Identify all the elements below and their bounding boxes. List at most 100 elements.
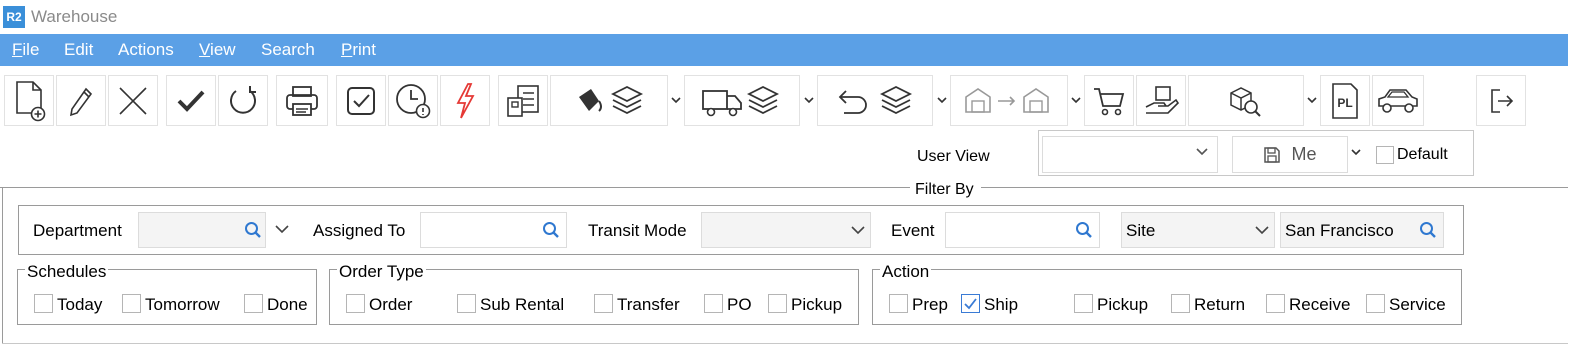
- refresh-button[interactable]: [218, 75, 268, 126]
- clock-alert-icon: [396, 83, 431, 118]
- sub-rental-checkbox[interactable]: [457, 294, 476, 313]
- schedule-button[interactable]: [388, 75, 438, 126]
- transfer-checkbox[interactable]: [594, 294, 613, 313]
- return-dropdown-chevron-icon[interactable]: [936, 90, 948, 110]
- paint-bucket-layers-icon: [579, 85, 644, 114]
- order-checkbox[interactable]: [346, 294, 365, 313]
- site-input[interactable]: San Francisco: [1280, 212, 1444, 248]
- transit-mode-select[interactable]: [701, 212, 871, 248]
- menu-actions[interactable]: Actions: [118, 40, 174, 60]
- prep-checkbox[interactable]: [889, 294, 908, 313]
- app-logo: R2: [3, 6, 25, 28]
- checkmark-icon: [964, 298, 977, 310]
- car-icon: [1378, 88, 1418, 113]
- new-button[interactable]: [4, 75, 54, 126]
- site-select[interactable]: Site: [1121, 212, 1275, 248]
- exit-button[interactable]: [1476, 75, 1526, 126]
- prep-layers-button[interactable]: [550, 75, 668, 126]
- ship-dropdown-chevron-icon[interactable]: [803, 90, 815, 110]
- menu-view[interactable]: View: [199, 40, 236, 60]
- task-button[interactable]: [336, 75, 386, 126]
- menu-search[interactable]: Search: [261, 40, 315, 60]
- pl-text: PL: [1337, 96, 1352, 110]
- pickup-order-checkbox[interactable]: [768, 294, 787, 313]
- ship-checkbox[interactable]: [961, 294, 980, 313]
- return-checkbox[interactable]: [1171, 294, 1190, 313]
- po-checkbox[interactable]: [704, 294, 723, 313]
- site-value: San Francisco: [1285, 221, 1394, 240]
- order-type-title: Order Type: [337, 262, 426, 282]
- pl-icon: PL: [1332, 82, 1358, 119]
- checklist-button[interactable]: [498, 75, 548, 126]
- print-button[interactable]: [276, 75, 328, 126]
- return-label: Return: [1194, 295, 1246, 314]
- transfer-dropdown-chevron-icon[interactable]: [1070, 90, 1082, 110]
- inventory-dropdown-chevron-icon[interactable]: [1306, 90, 1318, 110]
- site-search-icon[interactable]: [1419, 221, 1437, 239]
- assigned-to-search-icon[interactable]: [542, 221, 560, 239]
- transit-mode-chevron-down-icon: [851, 226, 865, 235]
- edit-button[interactable]: [56, 75, 106, 126]
- warehouse-transfer-icon: [965, 87, 1049, 113]
- default-label: Default: [1397, 146, 1448, 163]
- action-title: Action: [880, 262, 932, 282]
- ship-label: Ship: [984, 295, 1019, 314]
- transfer-label: Transfer: [617, 295, 680, 314]
- new-document-icon: [16, 80, 46, 121]
- save-disk-icon: [1264, 146, 1281, 163]
- menu-print[interactable]: Print: [341, 40, 376, 60]
- order-label: Order: [369, 295, 413, 314]
- today-checkbox[interactable]: [34, 294, 53, 313]
- chevron-down-icon: [1196, 148, 1208, 156]
- menu-file[interactable]: File: [12, 40, 39, 60]
- done-checkbox[interactable]: [244, 294, 263, 313]
- event-search-icon[interactable]: [1075, 221, 1093, 239]
- lightning-icon: [456, 82, 475, 118]
- filter-border-side: [2, 187, 3, 343]
- tomorrow-checkbox[interactable]: [122, 294, 141, 313]
- cart-button[interactable]: [1084, 75, 1134, 126]
- event-input[interactable]: [945, 212, 1100, 248]
- delete-button[interactable]: [108, 75, 158, 126]
- checklist-icon: [507, 84, 539, 117]
- transfer-button[interactable]: [950, 75, 1068, 126]
- transit-mode-label: Transit Mode: [588, 221, 687, 240]
- po-label: PO: [727, 295, 752, 314]
- quick-action-button[interactable]: [440, 75, 490, 126]
- service-label: Service: [1389, 295, 1446, 314]
- truck-layers-icon: [702, 85, 780, 116]
- exit-icon: [1491, 88, 1514, 113]
- department-search-icon[interactable]: [244, 221, 262, 239]
- pick-list-button[interactable]: PL: [1320, 75, 1370, 126]
- edit-pencil-icon: [69, 87, 93, 116]
- user-view-select[interactable]: [1042, 136, 1218, 173]
- menu-edit[interactable]: Edit: [64, 40, 93, 60]
- pickup-action-label: Pickup: [1097, 295, 1149, 314]
- department-chevron-down-icon[interactable]: [274, 222, 290, 236]
- site-label: Site: [1126, 221, 1156, 240]
- transport-button[interactable]: [1372, 75, 1424, 126]
- window-title: Warehouse: [31, 7, 118, 26]
- default-checkbox[interactable]: [1376, 146, 1394, 164]
- box-search-icon: [1230, 86, 1261, 117]
- assigned-to-input[interactable]: [420, 212, 567, 248]
- receive-checkbox[interactable]: [1266, 294, 1285, 313]
- service-checkbox[interactable]: [1366, 294, 1385, 313]
- department-input[interactable]: [138, 212, 266, 248]
- prep-dropdown-chevron-icon[interactable]: [670, 90, 682, 110]
- return-layers-button[interactable]: [817, 75, 933, 126]
- save-view-button[interactable]: Me: [1232, 136, 1348, 173]
- sub-rental-label: Sub Rental: [480, 295, 565, 314]
- approve-button[interactable]: [166, 75, 216, 126]
- inventory-search-button[interactable]: [1188, 75, 1304, 126]
- save-view-chevron-icon[interactable]: [1350, 145, 1362, 159]
- checkbox-task-icon: [347, 86, 375, 115]
- tomorrow-label: Tomorrow: [145, 295, 220, 314]
- ship-layers-button[interactable]: [684, 75, 800, 126]
- receive-label: Receive: [1289, 295, 1351, 314]
- save-view-label: Me: [1291, 144, 1317, 164]
- filter-border-left: [0, 187, 910, 188]
- pickup-order-label: Pickup: [791, 295, 843, 314]
- pickup-action-checkbox[interactable]: [1074, 294, 1093, 313]
- receive-button[interactable]: [1136, 75, 1186, 126]
